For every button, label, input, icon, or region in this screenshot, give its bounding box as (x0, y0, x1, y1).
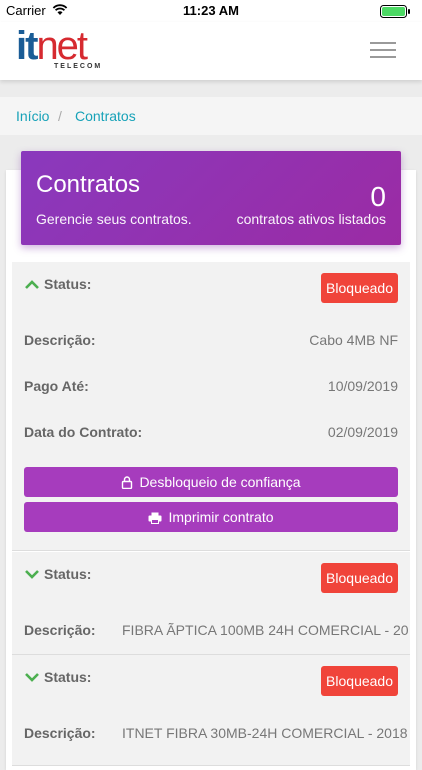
status-badge: Bloqueado (321, 273, 398, 303)
description-label: Descrição: (24, 725, 96, 741)
page-title: Contratos (36, 171, 141, 198)
paid-until-label: Pago Até: (24, 378, 89, 394)
chevron-up-icon (25, 280, 39, 289)
description-value: FIBRA ÃPTICA 100MB 24H COMERCIAL - 20 (122, 622, 409, 638)
status-toggle[interactable]: Status: (24, 566, 91, 582)
contract-date-label: Data do Contrato: (24, 424, 143, 440)
printer-icon (148, 512, 162, 524)
trust-unlock-button[interactable]: Desbloqueio de confiança (24, 467, 398, 497)
status-bar: Carrier 11:23 AM (0, 0, 422, 22)
status-toggle[interactable]: Status: (24, 276, 91, 292)
description-value: ITNET FIBRA 30MB-24H COMERCIAL - 2018 (122, 725, 408, 741)
breadcrumb-current[interactable]: Contratos (75, 108, 136, 124)
lock-icon (122, 476, 133, 490)
contract-item: Status: Bloqueado Descrição: ITNET FIBRA… (12, 655, 410, 766)
hamburger-menu-icon[interactable] (370, 42, 396, 60)
status-badge: Bloqueado (321, 666, 398, 696)
description-label: Descrição: (24, 622, 96, 638)
itnet-logo[interactable]: itnet TELECOM (16, 24, 116, 76)
active-contracts-label: contratos ativos listados (236, 211, 386, 227)
page-subtitle: Gerencie seus contratos. (36, 211, 192, 227)
description-value: Cabo 4MB NF (309, 332, 398, 348)
breadcrumb: Início / Contratos (0, 97, 422, 135)
chevron-down-icon (25, 570, 39, 579)
chevron-down-icon (25, 673, 39, 682)
breadcrumb-home-link[interactable]: Início (16, 108, 49, 124)
active-contracts-count: 0 (370, 181, 386, 212)
contract-date-value: 02/09/2019 (327, 424, 398, 440)
print-contract-button[interactable]: Imprimir contrato (24, 502, 398, 532)
clock: 11:23 AM (183, 3, 239, 18)
contract-item: Status: Bloqueado Descrição: Cabo 4MB NF… (12, 262, 410, 551)
contract-item: Status: Bloqueado Descrição: FIBRA ÃPTIC… (12, 552, 410, 655)
status-badge: Bloqueado (321, 563, 398, 593)
app-header: itnet TELECOM (0, 22, 422, 80)
battery-icon (380, 5, 412, 18)
paid-until-value: 10/09/2019 (327, 378, 398, 394)
status-toggle[interactable]: Status: (24, 669, 91, 685)
breadcrumb-separator: / (58, 108, 62, 124)
contracts-header-card: Contratos Gerencie seus contratos. 0 con… (21, 151, 401, 245)
description-label: Descrição: (24, 332, 96, 348)
